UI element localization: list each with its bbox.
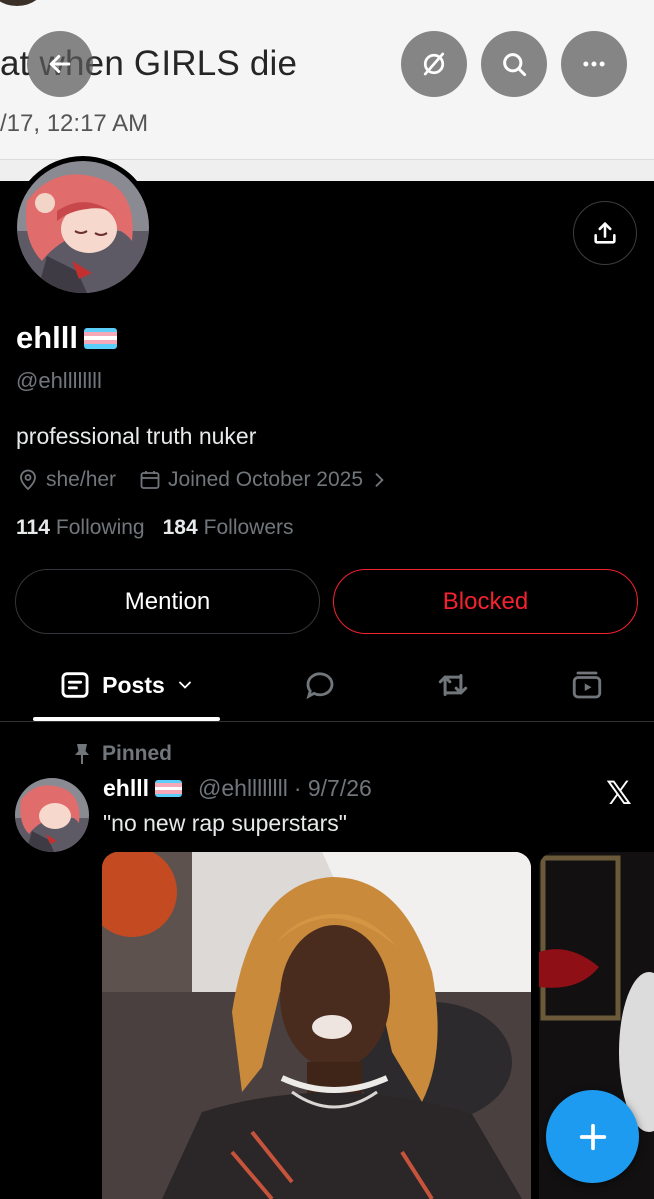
followers-label: Followers	[203, 516, 294, 539]
post-header: ehlll @ehllllllll · 9/7/26	[103, 775, 372, 802]
post-author-handle[interactable]: @ehllllllll	[198, 775, 288, 802]
follow-stats: 114 Following 184 Followers	[16, 516, 294, 540]
arrow-left-icon	[49, 55, 71, 73]
blocked-button[interactable]: Blocked	[333, 569, 638, 634]
following-count: 114	[16, 516, 50, 539]
search-icon	[503, 53, 527, 77]
display-name-row: ehlll	[16, 320, 118, 356]
grok-button[interactable]	[401, 31, 467, 97]
trans-flag-emoji	[84, 327, 118, 349]
banner-date: /17, 12:17 AM	[0, 110, 149, 137]
tab-replies[interactable]	[285, 648, 355, 722]
followers-link[interactable]: 184 Followers	[163, 516, 294, 540]
posts-tab-icon	[61, 672, 89, 698]
banner-image: at when GIRLS die /17, 12:17 AM	[0, 0, 654, 160]
share-icon	[594, 222, 616, 244]
profile-meta: she/her Joined October 2025	[16, 468, 389, 492]
post-image-1[interactable]	[102, 852, 531, 1199]
photo-person	[102, 852, 531, 1199]
profile-banner: at when GIRLS die /17, 12:17 AM	[0, 0, 654, 181]
profile-handle: @ehllllllll	[16, 368, 102, 393]
reply-bubble-icon	[306, 672, 334, 700]
pin-icon	[75, 744, 89, 764]
chevron-right-icon[interactable]	[369, 470, 389, 490]
pinned-label: Pinned	[102, 742, 173, 765]
media-video-icon	[572, 671, 602, 699]
search-button[interactable]	[481, 31, 547, 97]
post-author-name[interactable]: ehlll	[103, 775, 149, 802]
chevron-down-icon	[178, 681, 191, 689]
avatar-image	[17, 161, 149, 293]
location-pin-icon	[20, 469, 36, 491]
profile-bio: professional truth nuker	[16, 423, 257, 449]
more-horizontal-icon	[583, 61, 605, 67]
tab-posts[interactable]: Posts	[33, 648, 220, 722]
profile-avatar[interactable]	[12, 156, 154, 298]
joined-date[interactable]: Joined October 2025	[168, 468, 363, 492]
following-link[interactable]: 114 Following	[16, 516, 145, 540]
share-button[interactable]	[573, 201, 637, 265]
more-button[interactable]	[561, 31, 627, 97]
tab-posts-label: Posts	[102, 671, 165, 698]
following-label: Following	[55, 516, 145, 539]
x-logo-icon: 𝕏	[606, 775, 632, 811]
mention-button[interactable]: Mention	[15, 569, 320, 634]
followers-count: 184	[162, 516, 198, 539]
repost-icon	[438, 673, 468, 697]
tab-reposts[interactable]	[418, 648, 488, 722]
calendar-icon	[140, 471, 160, 489]
display-name: ehlll	[16, 320, 79, 355]
back-button[interactable]	[27, 31, 93, 97]
pinned-indicator: Pinned	[72, 742, 172, 766]
compose-button[interactable]	[546, 1090, 639, 1183]
post-author-avatar[interactable]	[15, 778, 89, 852]
profile-tabs: Posts	[0, 648, 654, 722]
pronouns-text: she/her	[46, 468, 117, 491]
post-avatar-image	[15, 778, 89, 852]
active-tab-indicator	[33, 717, 220, 721]
grok-icon	[423, 52, 445, 76]
post-date[interactable]: · 9/7/26	[294, 775, 372, 802]
post-text: "no new rap superstars"	[103, 810, 347, 836]
banner-avatar-fragment	[0, 0, 44, 6]
tab-media[interactable]	[552, 648, 622, 722]
plus-icon	[579, 1123, 606, 1150]
trans-flag-emoji	[155, 780, 183, 797]
